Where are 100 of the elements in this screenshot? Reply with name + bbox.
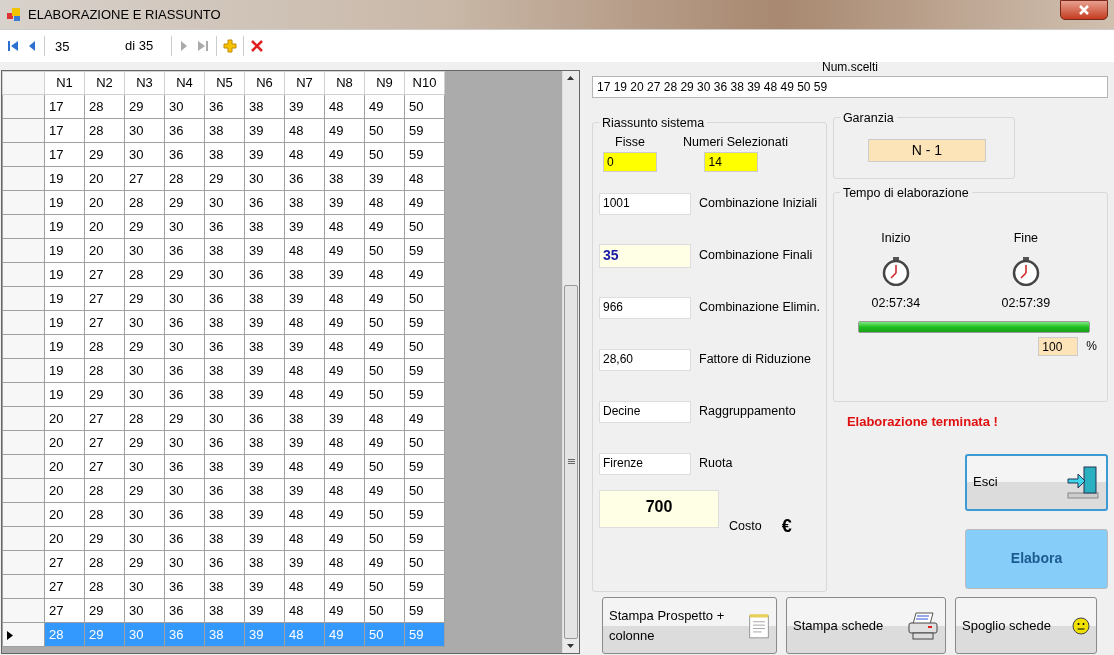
table-cell: 50 [364,502,405,527]
time-text: 02:57:34 [871,294,921,312]
table-cell: 39 [244,310,285,335]
status-message: Elaborazione terminata ! [846,413,999,431]
table-cell: 19 [44,382,85,407]
table-cell: 39 [284,94,325,119]
table-cell: 36 [164,574,205,599]
last-record-icon[interactable] [196,39,210,53]
column-header: N6 [244,71,285,95]
table-cell: 48 [284,118,325,143]
table-cell: 27 [84,406,125,431]
table-cell: 36 [244,262,285,287]
table-cell: 38 [204,142,245,167]
table-cell: 27 [44,550,85,575]
table-cell: 36 [204,334,245,359]
table-cell: 20 [44,454,85,479]
table-cell: 49 [364,334,405,359]
table-cell: 59 [404,382,445,407]
table-cell: 48 [284,502,325,527]
process-button[interactable]: Elabora [965,528,1108,589]
first-record-icon[interactable] [6,39,20,53]
currency-symbol: € [781,515,792,539]
table-cell: 30 [124,454,165,479]
table-cell: 49 [324,238,365,263]
table-cell: 50 [364,118,405,143]
table-cell: 49 [364,214,405,239]
scrollbar-thumb[interactable] [564,284,578,640]
table-cell: 59 [404,142,445,167]
table-cell: 29 [204,166,245,191]
field-label: Raggruppamento [699,403,796,421]
table-cell: 38 [244,94,285,119]
table-cell: 38 [204,382,245,407]
add-icon[interactable] [223,39,237,53]
value-field: 28,60 [599,348,691,371]
table-cell: 50 [404,94,445,119]
column-header: N3 [124,71,165,95]
number-field[interactable]: 14 [704,151,759,172]
table-cell: 38 [204,574,245,599]
table-cell: 49 [324,142,365,167]
table-cell: 19 [44,334,85,359]
check-cards-button[interactable]: Spoglio schede [955,597,1097,654]
table-cell: 39 [244,502,285,527]
table-cell: 48 [284,238,325,263]
table-cell: 48 [324,478,365,503]
table-cell: 36 [164,454,205,479]
print-cards-button[interactable]: Stampa schede [786,597,946,654]
exit-button[interactable]: Esci [965,453,1108,511]
current-row-icon [7,630,13,640]
table-cell: 59 [404,502,445,527]
table-cell: 19 [44,286,85,311]
print-summary-button[interactable]: Stampa Prospetto + colonne [602,597,777,654]
field-label: Combinazione Iniziali [699,195,818,213]
table-cell: 50 [404,478,445,503]
table-cell: 50 [364,358,405,383]
table-cell: 20 [44,430,85,455]
table-cell: 39 [364,166,405,191]
table-cell: 27 [84,286,125,311]
table-cell: 30 [124,502,165,527]
number-field[interactable]: 0 [603,151,657,172]
table-cell: 27 [124,166,165,191]
table-cell: 36 [164,382,205,407]
table-cell: 49 [364,478,405,503]
table-cell: 17 [44,142,85,167]
column-header: N10 [404,71,445,95]
record-count: di 35 [125,37,155,56]
table-cell: 39 [284,430,325,455]
table-cell: 19 [44,262,85,287]
table-cell: 49 [364,430,405,455]
close-button[interactable] [1060,0,1108,20]
delete-icon[interactable] [250,39,264,53]
table-cell: 39 [284,286,325,311]
table-cell: 28 [164,166,205,191]
table-cell: 28 [84,334,125,359]
table-cell: 49 [404,406,445,431]
table-cell: 59 [404,118,445,143]
table-cell: 19 [44,190,85,215]
table-cell: 36 [204,94,245,119]
table-cell: 48 [324,430,365,455]
table-cell: 20 [44,502,85,527]
chosen-numbers-field[interactable]: 17 19 20 27 28 29 30 36 38 39 48 49 50 59 [592,76,1108,98]
table-cell: 50 [364,574,405,599]
table-cell: 30 [164,478,205,503]
table-cell: 38 [244,430,285,455]
table-cell: 28 [124,262,165,287]
table-cell: 59 [404,454,445,479]
exit-door-icon [1066,465,1100,499]
table-cell: 49 [324,358,365,383]
table-cell: 27 [84,262,125,287]
value-field: 700 [599,489,719,528]
table-cell: 39 [244,526,285,551]
table-cell: 39 [284,478,325,503]
table-cell: 36 [164,358,205,383]
table-cell: 50 [364,238,405,263]
table-cell: 29 [124,94,165,119]
table-cell: 20 [44,406,85,431]
table-cell: 29 [164,406,205,431]
table-cell: 39 [284,214,325,239]
row-header[interactable] [2,622,45,647]
table-cell: 36 [164,238,205,263]
table-cell: 19 [44,166,85,191]
